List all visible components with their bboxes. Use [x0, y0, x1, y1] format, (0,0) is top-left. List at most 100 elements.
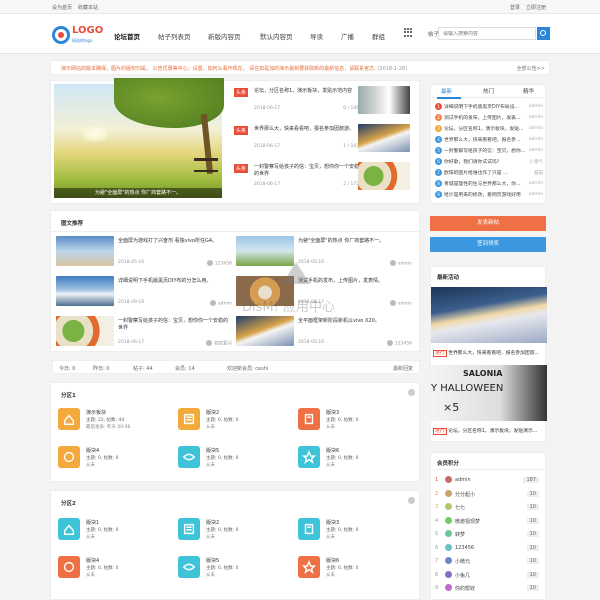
member-rank-row[interactable]: 4 微遮视现梦 10: [435, 516, 543, 528]
stat-newest-member[interactable]: 欢迎新会员: ceshi: [227, 365, 268, 372]
featured-author[interactable]: 123456: [215, 262, 232, 267]
all-announcements-link[interactable]: 全部公告>>: [517, 65, 545, 72]
avatar[interactable]: [206, 340, 212, 346]
thread-list-item[interactable]: 6 你好歌，我们请你试试吗？ 小香气: [435, 158, 543, 168]
board-icon[interactable]: [298, 408, 320, 430]
zone2-title[interactable]: 分区2: [61, 499, 76, 507]
forum-board[interactable]: 版块2 主题: 0, 帖数: 0 从未: [178, 518, 298, 552]
board-icon[interactable]: [178, 518, 200, 540]
member-name[interactable]: 转梦: [455, 531, 465, 538]
board-last-post[interactable]: 最后发表: 昨天 00:46: [86, 424, 130, 430]
headline-title[interactable]: 论坛，分区名称1，演示板块，发贴示范内容: [254, 88, 362, 95]
forum-board[interactable]: 演示板块 主题: 22, 帖数: 44 最后发表: 昨天 00:46: [58, 408, 178, 442]
tab-digest[interactable]: 精华: [523, 87, 534, 95]
member-name[interactable]: 123456: [455, 545, 474, 551]
board-icon[interactable]: [298, 518, 320, 540]
nav-broadcast[interactable]: 广播: [341, 31, 354, 41]
thread-author[interactable]: admin: [529, 104, 543, 109]
site-logo[interactable]: LOGO 网站的logo: [52, 24, 112, 46]
member-name[interactable]: 微遮视现梦: [455, 518, 480, 525]
featured-title[interactable]: 全面屏为游戏打了兴奋剂 看独vivo所任G4。: [118, 238, 232, 245]
board-name[interactable]: 版块2: [206, 409, 219, 416]
board-last-post[interactable]: 从未: [206, 572, 215, 578]
avatar[interactable]: [209, 300, 216, 306]
board-icon[interactable]: [178, 408, 200, 430]
thread-list-item[interactable]: 7 欧阳的图片给谁也作了只是 ... 猫猫: [435, 169, 543, 179]
register-link[interactable]: 立即注册: [526, 4, 546, 11]
avatar[interactable]: [445, 516, 452, 524]
featured-author[interactable]: admin: [398, 302, 412, 307]
thread-title[interactable]: 哈计是用来的修改，看网页游戏好用: [444, 193, 521, 198]
board-icon[interactable]: [58, 446, 80, 468]
board-last-post[interactable]: 从未: [326, 572, 335, 578]
avatar[interactable]: [445, 476, 452, 483]
member-name[interactable]: 分分起小: [455, 491, 475, 498]
headline-thumbnail[interactable]: [358, 86, 410, 114]
featured-author[interactable]: admin: [218, 302, 232, 307]
board-name[interactable]: 版块1: [86, 519, 99, 526]
featured-thumbnail[interactable]: [56, 316, 114, 346]
image-slider[interactable]: 为避"全面屏"的热点 你厂商套路不一。: [54, 78, 224, 198]
avatar[interactable]: [389, 300, 396, 306]
board-icon[interactable]: [58, 556, 80, 578]
board-last-post[interactable]: 从未: [206, 534, 215, 540]
headline-thumbnail[interactable]: [358, 124, 410, 152]
member-rank-row[interactable]: 6 123456 10: [435, 543, 543, 555]
avatar[interactable]: [389, 260, 396, 266]
nav-new-content[interactable]: 新版内容页: [208, 31, 241, 41]
thread-title[interactable]: 你好歌，我们请你试试吗？: [444, 160, 502, 165]
activity-banner[interactable]: SALONIA Y HALLOWEEN ×5: [431, 365, 547, 421]
board-name[interactable]: 版块5: [206, 447, 219, 454]
board-name[interactable]: 版块6: [326, 447, 339, 454]
member-rank-row[interactable]: 3 七七 10: [435, 502, 543, 514]
featured-item[interactable]: 一封警察写给孩子的信：宝贝，想你你一个安稳的世界 2018-06-17 初初复兴: [56, 316, 234, 360]
thread-list-item[interactable]: 5 一封警察写给孩子的信：宝贝，想你... admin: [435, 147, 543, 157]
featured-item[interactable]: 全平面框架新阶段新机以vivo X20。 2018-05-16 123456: [236, 316, 414, 360]
avatar[interactable]: [445, 530, 452, 537]
login-link[interactable]: 登录: [510, 4, 520, 11]
nav-guide[interactable]: 导读: [310, 31, 323, 41]
board-name[interactable]: 版块3: [326, 519, 339, 526]
avatar[interactable]: [445, 584, 452, 591]
thread-author[interactable]: admin: [529, 137, 543, 142]
featured-item[interactable]: 全面屏为游戏打了兴奋剂 看独vivo所任G4。 2018-05-16 123456: [56, 236, 234, 280]
headline-item[interactable]: 头条 世界那么大，快来看看吧，报名参加团旅游。 2018-06-17 1 / 10…: [234, 124, 412, 160]
board-icon[interactable]: [178, 446, 200, 468]
featured-author[interactable]: 123456: [395, 342, 412, 347]
tab-latest[interactable]: 最新: [441, 87, 452, 95]
thread-title[interactable]: 一封警察写给孩子的信：宝贝，想你...: [444, 149, 525, 154]
member-rank-row[interactable]: 1 admin 187: [435, 475, 543, 487]
board-icon[interactable]: [58, 518, 80, 540]
zone1-title[interactable]: 分区1: [61, 391, 76, 399]
board-last-post[interactable]: 从未: [86, 462, 95, 468]
headline-item[interactable]: 头条 一封警察写给孩子的信：宝贝，想你你一个安稳的世界 2018-06-17 2 …: [234, 162, 412, 198]
featured-title[interactable]: 为避"全面屏"的热点 你厂商套路不一。: [298, 238, 412, 245]
board-last-post[interactable]: 从未: [326, 534, 335, 540]
member-rank-row[interactable]: 5 转梦 10: [435, 529, 543, 541]
thread-author[interactable]: admin: [529, 148, 543, 153]
thread-title[interactable]: 青城是理性的生与世界那么大，你...: [444, 182, 521, 187]
thread-list-item[interactable]: 9 哈计是用来的修改，看网页游戏好用 admin: [435, 191, 543, 201]
board-icon[interactable]: [298, 446, 320, 468]
new-post-button[interactable]: 发表新帖: [430, 216, 546, 231]
board-name[interactable]: 版块3: [326, 409, 339, 416]
forum-board[interactable]: 版块2 主题: 0, 帖数: 0 从未: [178, 408, 298, 442]
headline-thumbnail[interactable]: [358, 162, 410, 190]
nav-default-content[interactable]: 默认内容页: [260, 31, 293, 41]
board-name[interactable]: 演示板块: [86, 409, 106, 416]
board-name[interactable]: 版块5: [206, 557, 219, 564]
bookmark-link[interactable]: 收藏本站: [78, 4, 98, 11]
slider-caption[interactable]: 为避"全面屏"的热点 你厂商套路不一。: [54, 188, 222, 198]
thread-title[interactable]: 测试手机的发布，上传图片，发表...: [444, 116, 521, 121]
board-last-post[interactable]: 从未: [326, 462, 335, 468]
member-name[interactable]: 小兔几: [455, 572, 470, 579]
thread-author[interactable]: 小香气: [530, 159, 544, 165]
nav-groups[interactable]: 群组: [372, 31, 385, 41]
forum-board[interactable]: 版块5 主题: 0, 帖数: 0 从未: [178, 446, 298, 480]
set-homepage-link[interactable]: 设为首页: [52, 4, 72, 11]
member-rank-row[interactable]: 2 分分起小 10: [435, 489, 543, 501]
avatar[interactable]: [445, 570, 452, 578]
thread-title[interactable]: 详细说明下手机版黑页DIY布局设...: [444, 105, 519, 110]
avatar[interactable]: [206, 260, 213, 266]
board-name[interactable]: 版块2: [206, 519, 219, 526]
